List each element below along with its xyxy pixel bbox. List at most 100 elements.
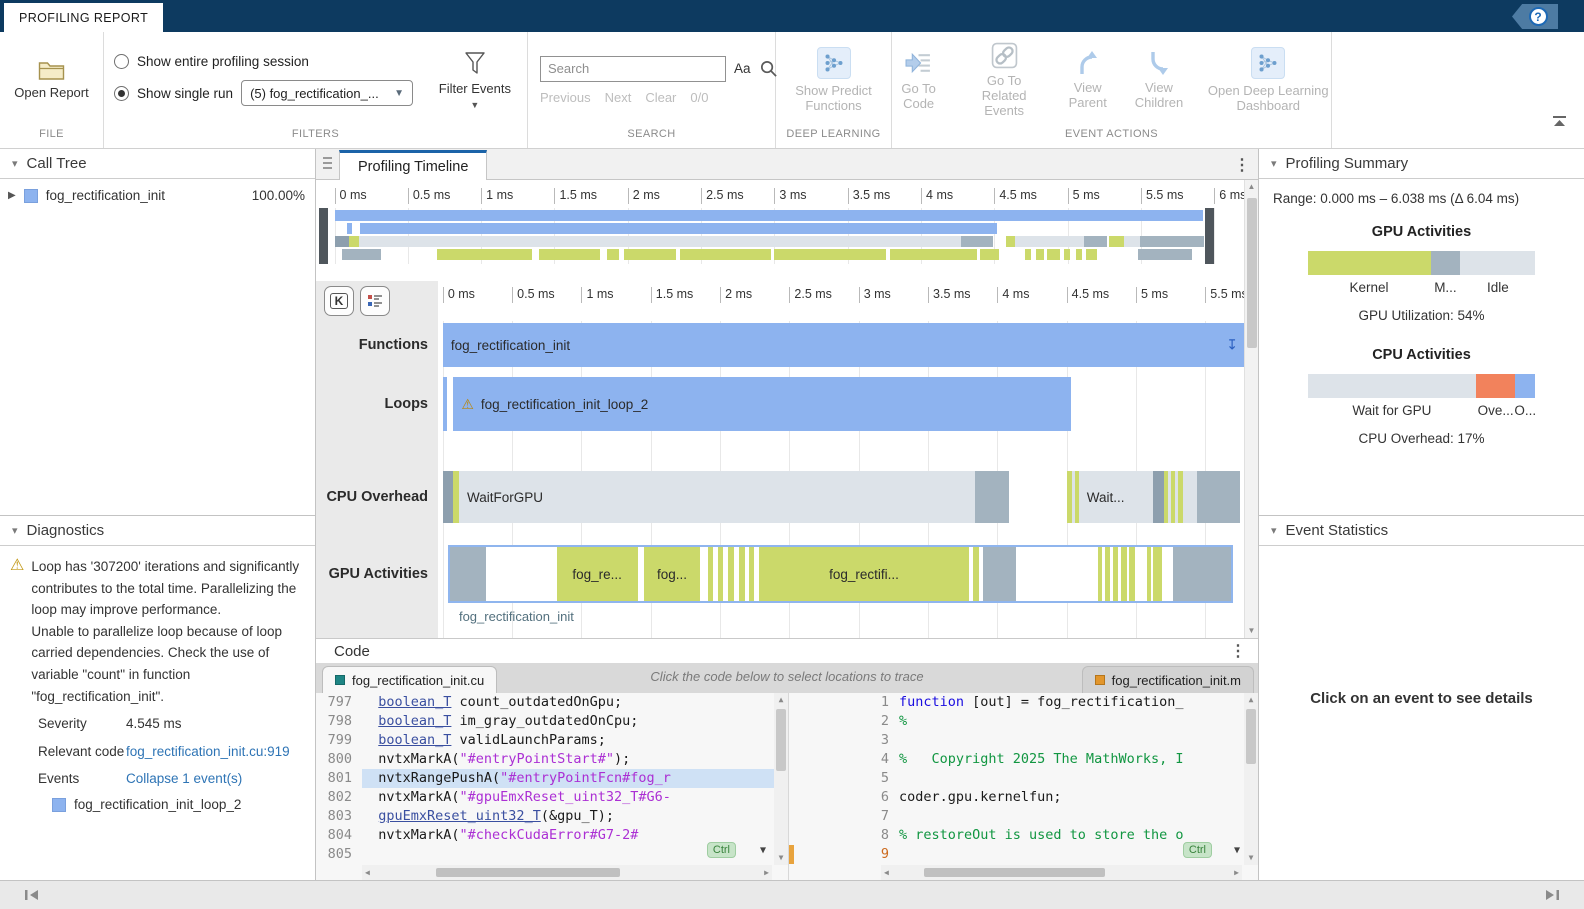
timeline-segment[interactable] bbox=[358, 236, 961, 247]
collapse-chevron-icon[interactable]: ▾ bbox=[1271, 157, 1277, 170]
scroll-left-icon[interactable]: ◀ bbox=[881, 868, 892, 877]
editor-horizontal-scrollbar[interactable]: ◀ ▶ bbox=[362, 865, 772, 880]
timeline-segment[interactable] bbox=[359, 223, 998, 234]
code-line-799[interactable]: 799 boolean_T validLaunchParams; bbox=[316, 731, 788, 750]
timeline-segment[interactable] bbox=[1076, 249, 1082, 260]
timeline-segment[interactable] bbox=[450, 547, 487, 601]
timeline-segment[interactable] bbox=[346, 223, 353, 234]
timeline-segment[interactable] bbox=[980, 249, 999, 260]
editor-horizontal-scrollbar[interactable]: ◀ ▶ bbox=[881, 865, 1242, 880]
timeline-segment[interactable] bbox=[349, 236, 359, 247]
scroll-up-icon[interactable]: ▲ bbox=[779, 693, 784, 707]
timeline-segment[interactable] bbox=[1006, 236, 1015, 247]
timeline-segment[interactable] bbox=[707, 547, 713, 601]
diagnostic-event-row[interactable]: fog_rectification_init_loop_2 bbox=[10, 794, 305, 816]
timeline-segment[interactable] bbox=[1147, 547, 1152, 601]
tab-profiling-report[interactable]: PROFILING REPORT bbox=[4, 3, 164, 32]
timeline-event-fog_rectifi-[interactable]: fog_rectifi... bbox=[758, 547, 970, 601]
timeline-segment[interactable] bbox=[442, 471, 453, 523]
view-children-button[interactable]: View Children bbox=[1130, 50, 1187, 110]
search-next-button[interactable]: Next bbox=[605, 90, 632, 105]
scrollbar-thumb[interactable] bbox=[435, 868, 621, 877]
code-line-6[interactable]: 6 coder.gpu.kernelfun; bbox=[789, 788, 1258, 807]
timeline-event-fog-[interactable]: fog... bbox=[643, 547, 701, 601]
search-clear-button[interactable]: Clear bbox=[645, 90, 676, 105]
code-line-803[interactable]: 803 gpuEmxReset_uint32_T(&gpu_T); bbox=[316, 807, 788, 826]
filter-events-button[interactable]: Filter Events ▼ bbox=[439, 51, 511, 110]
timeline-segment[interactable] bbox=[728, 547, 734, 601]
timeline-segment[interactable] bbox=[1129, 547, 1135, 601]
code-line-1[interactable]: 1 function [out] = fog_rectification_ bbox=[789, 693, 1258, 712]
collapse-chevron-icon[interactable]: ▾ bbox=[12, 157, 18, 170]
timeline-segment[interactable] bbox=[1084, 236, 1107, 247]
timeline-segment[interactable] bbox=[1172, 547, 1231, 601]
timeline-vertical-scrollbar[interactable]: ▲ ▼ bbox=[1244, 180, 1258, 638]
open-deep-learning-dashboard-button[interactable]: Open Deep Learning Dashboard bbox=[1206, 47, 1332, 113]
go-to-related-events-button[interactable]: Go To Related Events bbox=[963, 42, 1045, 118]
cu-code-editor[interactable]: 797 boolean_T count_outdatedOnGpu; 798 bo… bbox=[316, 693, 789, 880]
view-parent-button[interactable]: View Parent bbox=[1063, 50, 1112, 110]
timeline-segment[interactable] bbox=[679, 249, 771, 260]
gpu-activities-container[interactable]: fog_re... fog... fog_rectifi... bbox=[448, 545, 1233, 603]
help-button[interactable]: ? bbox=[1512, 4, 1558, 29]
code-line-2[interactable]: 2% bbox=[789, 712, 1258, 731]
chevron-down-icon[interactable]: ▼ bbox=[1234, 845, 1240, 856]
tab-cu-file[interactable]: fog_rectification_init.cu bbox=[322, 666, 498, 693]
search-icon[interactable] bbox=[759, 59, 778, 78]
timeline-segment[interactable] bbox=[1152, 471, 1165, 523]
scrollbar-thumb[interactable] bbox=[776, 709, 786, 771]
radio-single-run[interactable]: Show single run (5) fog_rectification_..… bbox=[114, 80, 414, 106]
editor-vertical-scrollbar[interactable]: ▲ ▼ bbox=[1244, 693, 1258, 865]
timeline-segment[interactable] bbox=[1014, 236, 1085, 247]
timeline-segment[interactable] bbox=[774, 249, 886, 260]
scroll-down-icon[interactable]: ▼ bbox=[1249, 851, 1254, 865]
timeline-segment[interactable] bbox=[739, 547, 745, 601]
legend-button[interactable] bbox=[360, 286, 390, 316]
relevant-code-link[interactable]: fog_rectification_init.cu:919 bbox=[126, 741, 290, 763]
collapse-events-link[interactable]: Collapse 1 event(s) bbox=[126, 768, 242, 790]
scroll-right-icon[interactable]: ▶ bbox=[1231, 868, 1242, 877]
code-line-797[interactable]: 797 boolean_T count_outdatedOnGpu; bbox=[316, 693, 788, 712]
timeline-segment[interactable] bbox=[960, 236, 994, 247]
timeline-segment[interactable] bbox=[1140, 236, 1205, 247]
show-predict-functions-button[interactable]: Show Predict Functions bbox=[784, 47, 884, 113]
chevron-down-icon[interactable]: ▼ bbox=[760, 845, 766, 856]
timeline-segment[interactable] bbox=[442, 377, 447, 431]
timeline-segment[interactable] bbox=[334, 236, 350, 247]
tab-profiling-timeline[interactable]: Profiling Timeline bbox=[339, 150, 488, 180]
timeline-segment[interactable] bbox=[1138, 249, 1193, 260]
timeline-segment[interactable] bbox=[1112, 547, 1119, 601]
overview-strip[interactable] bbox=[316, 208, 1244, 264]
scrollbar-thumb[interactable] bbox=[1246, 198, 1257, 348]
collapse-chevron-icon[interactable]: ▾ bbox=[12, 524, 18, 537]
code-line-5[interactable]: 5 bbox=[789, 769, 1258, 788]
code-line-4[interactable]: 4% Copyright 2025 The MathWorks, I bbox=[789, 750, 1258, 769]
timeline-segment[interactable] bbox=[436, 249, 533, 260]
timeline-segment[interactable] bbox=[1153, 547, 1163, 601]
timeline-segment[interactable] bbox=[1124, 236, 1141, 247]
timeline-segment[interactable] bbox=[1105, 547, 1110, 601]
scroll-right-icon[interactable]: ▶ bbox=[761, 868, 772, 877]
code-line-801[interactable]: 801 nvtxRangePushA("#entryPointFcn#fog_r bbox=[316, 769, 788, 788]
timeline-segment[interactable] bbox=[1197, 471, 1240, 523]
timeline-segment[interactable] bbox=[1120, 547, 1127, 601]
timeline-segment[interactable] bbox=[1098, 547, 1102, 601]
timeline-segment[interactable] bbox=[538, 249, 600, 260]
timeline-segment[interactable] bbox=[718, 547, 723, 601]
code-line-802[interactable]: 802 nvtxMarkA("#gpuEmxReset_uint32_T#G6- bbox=[316, 788, 788, 807]
timeline-segment[interactable] bbox=[1024, 249, 1032, 260]
overview-left-handle[interactable] bbox=[318, 208, 328, 264]
code-line-7[interactable]: 7 bbox=[789, 807, 1258, 826]
search-input[interactable] bbox=[540, 55, 726, 82]
timeline-event-fog_rectification_init[interactable]: fog_rectification_init ↧ bbox=[442, 323, 1244, 367]
kernel-view-button[interactable]: K bbox=[324, 286, 354, 316]
go-to-code-button[interactable]: Go To Code bbox=[892, 50, 945, 111]
scrollbar-thumb[interactable] bbox=[1246, 709, 1256, 764]
timeline-segment[interactable] bbox=[749, 547, 754, 601]
collapse-chevron-icon[interactable]: ▾ bbox=[1271, 524, 1277, 537]
timeline-plot[interactable]: fog_rectification_init ↧ ⚠ fog_rectificati… bbox=[438, 321, 1244, 638]
timeline-segment[interactable] bbox=[973, 547, 980, 601]
scroll-down-icon[interactable]: ▼ bbox=[779, 851, 784, 865]
timeline-segment[interactable] bbox=[1036, 249, 1044, 260]
timeline-event-WaitForGPU[interactable]: WaitForGPU bbox=[458, 471, 975, 523]
